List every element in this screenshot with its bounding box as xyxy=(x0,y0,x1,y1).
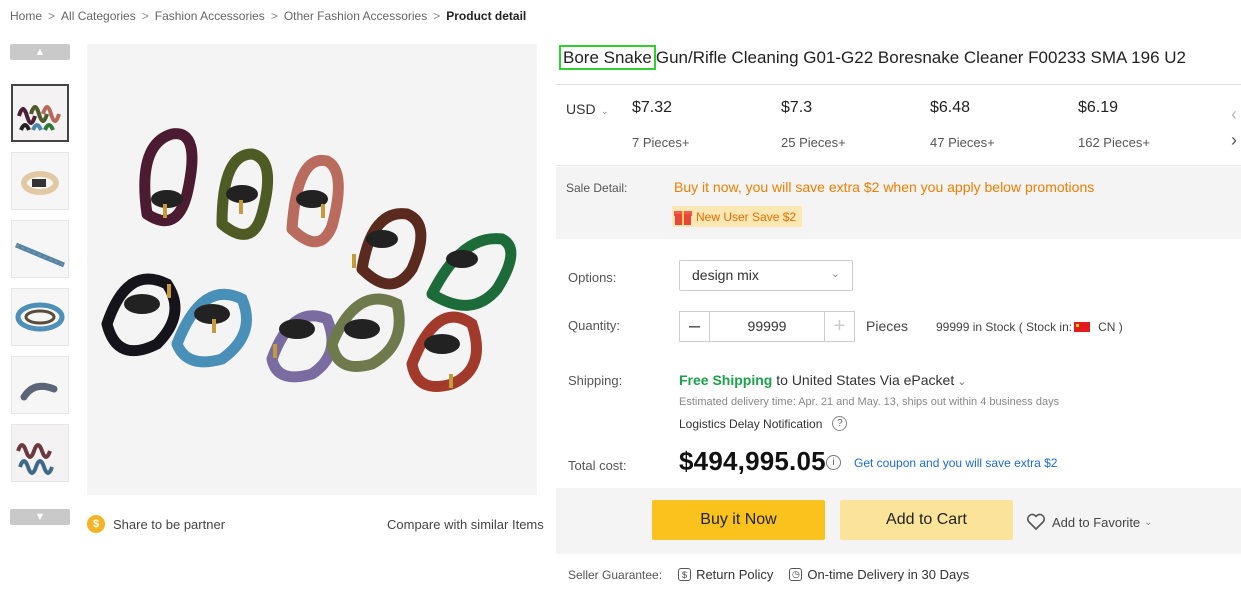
thumbnail-1[interactable] xyxy=(11,84,69,142)
product-thumbnail-image xyxy=(12,221,68,277)
seller-guarantee-label: Seller Guarantee: xyxy=(568,567,663,582)
seller-guarantee: Seller Guarantee: $ Return Policy ◷ On-t… xyxy=(568,567,969,582)
thumbnail-5[interactable] xyxy=(11,356,69,414)
free-shipping-text: Free Shipping xyxy=(679,372,773,388)
quantity-stepper: – 99999 + xyxy=(679,311,855,342)
action-bar: Buy it Now Add to Cart Add to Favorite ⌄ xyxy=(556,488,1241,554)
chevron-down-icon: ⌄ xyxy=(830,268,840,280)
info-icon[interactable]: i xyxy=(826,455,841,470)
stock-country: CN ) xyxy=(1098,320,1123,334)
return-policy-label: Return Policy xyxy=(696,567,774,582)
buy-it-now-button[interactable]: Buy it Now xyxy=(652,500,825,540)
total-cost-value: $494,995.05 xyxy=(679,446,826,476)
breadcrumb-current: Product detail xyxy=(446,9,527,23)
shipping-destination: United States Via ePacket xyxy=(791,372,955,388)
product-title-highlight: Bore Snake xyxy=(559,45,656,70)
breadcrumb-all-categories[interactable]: All Categories xyxy=(61,9,136,23)
currency-selector[interactable]: USD ⌄ xyxy=(566,101,609,117)
on-time-delivery-label: On-time Delivery in 30 Days xyxy=(807,567,970,582)
price-tiers: USD ⌄ $7.32 7 Pieces+ $7.3 25 Pieces+ $6… xyxy=(556,84,1241,166)
price-tier-nav: ‹ › xyxy=(1231,101,1237,153)
price-tier-2: $7.3 25 Pieces+ xyxy=(781,99,846,150)
product-thumbnail-image xyxy=(12,289,68,345)
shipping-estimate: Estimated delivery time: Apr. 21 and May… xyxy=(679,396,1060,408)
new-user-badge-label: New User Save $2 xyxy=(696,209,797,224)
product-thumbnail-image xyxy=(12,153,68,209)
help-icon[interactable]: ? xyxy=(832,416,848,431)
price-tier-4: $6.19 162 Pieces+ xyxy=(1078,99,1150,150)
thumbnail-scroll-down-button[interactable]: ▼ xyxy=(10,509,70,525)
add-to-favorite-button[interactable]: Add to Favorite ⌄ xyxy=(1026,513,1153,531)
gift-icon xyxy=(674,208,692,225)
tier-price: $7.3 xyxy=(781,99,813,116)
heart-icon xyxy=(1026,513,1046,530)
on-time-delivery-link[interactable]: ◷ On-time Delivery in 30 Days xyxy=(789,567,969,582)
thumbnail-4[interactable] xyxy=(11,288,69,346)
new-user-badge[interactable]: New User Save $2 xyxy=(672,206,803,227)
chevron-down-icon: ⌄ xyxy=(954,376,967,388)
product-title-rest: Gun/Rifle Cleaning G01-G22 Boresnake Cle… xyxy=(655,48,1186,67)
options-label: Options: xyxy=(568,270,617,285)
price-tier-3: $6.48 47 Pieces+ xyxy=(930,99,995,150)
chevron-up-icon: ▲ xyxy=(34,46,46,58)
tier-quantity: 7 Pieces+ xyxy=(632,135,690,150)
breadcrumb-other-fashion-accessories[interactable]: Other Fashion Accessories xyxy=(284,9,427,23)
product-image xyxy=(87,44,537,495)
thumbnail-scroll-up-button[interactable]: ▲ xyxy=(10,44,70,60)
stock-text: 99999 in Stock ( Stock in: xyxy=(936,320,1073,334)
quantity-increase-button[interactable]: + xyxy=(824,312,854,341)
coin-icon: $ xyxy=(87,515,105,533)
main-product-image[interactable] xyxy=(87,44,537,495)
tier-price: $6.48 xyxy=(930,99,971,116)
total-cost-label: Total cost: xyxy=(568,458,627,473)
breadcrumb: Home > All Categories > Fashion Accessories >… xyxy=(10,9,527,23)
add-to-favorite-label: Add to Favorite xyxy=(1052,514,1141,530)
product-thumbnail-image xyxy=(12,425,68,481)
stock-info: 99999 in Stock ( Stock in: CN ) xyxy=(936,320,1123,334)
chevron-down-icon: ▼ xyxy=(34,511,46,523)
tier-quantity: 47 Pieces+ xyxy=(930,135,995,150)
return-policy-icon: $ xyxy=(678,568,692,581)
logistics-delay-notification: Logistics Delay Notification ? xyxy=(679,416,848,431)
quantity-input[interactable]: 99999 xyxy=(710,312,824,341)
sale-detail: Sale Detail: Buy it now, you will save e… xyxy=(556,167,1241,239)
add-to-cart-button[interactable]: Add to Cart xyxy=(840,500,1013,540)
share-to-be-partner-link[interactable]: $ Share to be partner xyxy=(87,515,225,533)
thumbnail-2[interactable] xyxy=(11,152,69,210)
china-flag-icon xyxy=(1074,322,1091,332)
breadcrumb-home[interactable]: Home xyxy=(10,9,42,23)
sale-detail-label: Sale Detail: xyxy=(566,181,628,195)
product-thumbnail-image xyxy=(12,357,68,413)
chevron-right-icon[interactable]: › xyxy=(1231,127,1237,153)
thumbnail-3[interactable] xyxy=(11,220,69,278)
shipping-method-selector[interactable]: Free Shipping to United States Via ePack… xyxy=(679,372,967,388)
shipping-to: to xyxy=(776,372,788,388)
tier-price: $7.32 xyxy=(632,99,673,116)
tier-price: $6.19 xyxy=(1078,99,1119,116)
shipping-label: Shipping: xyxy=(568,373,623,388)
currency-label: USD xyxy=(566,101,596,117)
compare-similar-items-link[interactable]: Compare with similar Items xyxy=(387,517,544,532)
chevron-down-icon: ⌄ xyxy=(1144,516,1153,528)
tier-quantity: 25 Pieces+ xyxy=(781,135,846,150)
clock-icon: ◷ xyxy=(789,568,803,581)
tier-quantity: 162 Pieces+ xyxy=(1078,135,1150,150)
share-label: Share to be partner xyxy=(113,516,226,532)
chevron-down-icon: ⌄ xyxy=(597,106,609,117)
options-select[interactable]: design mix ⌄ xyxy=(679,260,853,291)
quantity-unit: Pieces xyxy=(866,318,909,334)
get-coupon-link[interactable]: Get coupon and you will save extra $2 xyxy=(854,456,1057,470)
quantity-decrease-button[interactable]: – xyxy=(680,312,710,341)
quantity-label: Quantity: xyxy=(568,318,621,333)
product-thumbnail-image xyxy=(13,86,67,140)
thumbnail-6[interactable] xyxy=(11,424,69,482)
logistics-delay-text: Logistics Delay Notification xyxy=(679,416,823,431)
price-tier-1: $7.32 7 Pieces+ xyxy=(632,99,689,150)
breadcrumb-fashion-accessories[interactable]: Fashion Accessories xyxy=(155,9,265,23)
return-policy-link[interactable]: $ Return Policy xyxy=(678,567,773,582)
sale-message: Buy it now, you will save extra $2 when … xyxy=(674,179,1095,195)
chevron-left-icon[interactable]: ‹ xyxy=(1231,101,1237,127)
options-selected-value: design mix xyxy=(692,267,759,283)
product-title: Bore Snake Gun/Rifle Cleaning G01-G22 Bor… xyxy=(559,45,1186,70)
